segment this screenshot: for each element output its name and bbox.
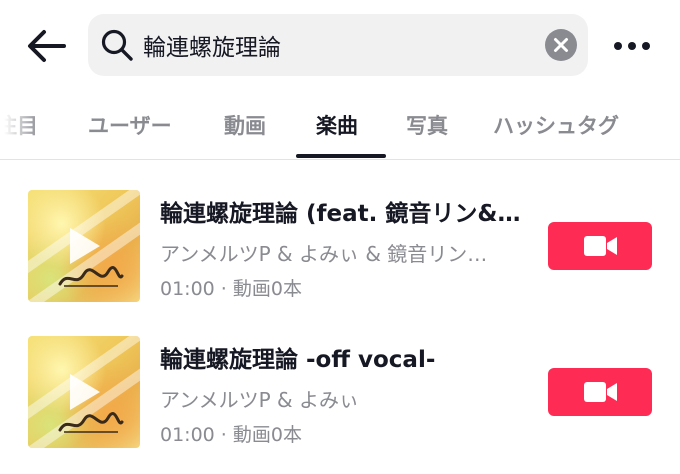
sound-artist: アンメルツP & よみぃ & 鏡音リン… — [160, 242, 488, 266]
clear-circle-icon — [545, 29, 577, 61]
play-icon[interactable] — [70, 374, 100, 410]
tab-hashtags[interactable]: ハッシュタグ — [493, 100, 619, 160]
use-sound-button[interactable] — [548, 222, 652, 270]
clear-search-button[interactable] — [545, 29, 577, 61]
active-tab-indicator — [296, 154, 386, 158]
sound-video-count: 動画0本 — [232, 278, 302, 300]
search-icon — [101, 29, 133, 61]
tab-bar: 注目 ユーザー 動画 楽曲 写真 ハッシュタグ — [0, 100, 680, 160]
meta-separator: · — [214, 278, 233, 300]
sound-result-row[interactable]: 輪連螺旋理論 (feat. 鏡音リン&… アンメルツP & よみぃ & 鏡音リン… — [0, 176, 680, 316]
sound-duration: 01:00 — [160, 278, 215, 300]
sound-duration: 01:00 — [160, 424, 215, 446]
search-input[interactable] — [143, 14, 523, 76]
cover-logo-icon — [58, 266, 124, 287]
sound-title: 輪連螺旋理論 -off vocal- — [160, 347, 436, 373]
tab-users[interactable]: ユーザー — [88, 100, 172, 160]
sound-title: 輪連螺旋理論 (feat. 鏡音リン&… — [160, 201, 521, 227]
more-horizontal-icon — [614, 42, 650, 50]
search-box[interactable] — [88, 14, 588, 76]
sound-cover[interactable] — [28, 336, 140, 448]
play-icon[interactable] — [70, 228, 100, 264]
back-button[interactable] — [24, 26, 70, 66]
sound-cover[interactable] — [28, 190, 140, 302]
sound-video-count: 動画0本 — [232, 424, 302, 446]
sound-result-row[interactable]: 輪連螺旋理論 -off vocal- アンメルツP & よみぃ 01:00 · … — [0, 322, 680, 462]
arrow-left-icon — [28, 30, 66, 62]
tab-videos[interactable]: 動画 — [224, 100, 266, 160]
video-camera-icon — [584, 236, 617, 256]
meta-separator: · — [214, 424, 233, 446]
sound-artist: アンメルツP & よみぃ — [160, 388, 359, 412]
sound-meta: 01:00 · 動画0本 — [160, 274, 302, 301]
more-options-button[interactable] — [610, 28, 654, 64]
tab-photos[interactable]: 写真 — [406, 100, 448, 160]
sound-meta: 01:00 · 動画0本 — [160, 420, 302, 447]
use-sound-button[interactable] — [548, 368, 652, 416]
video-camera-icon — [584, 382, 617, 402]
cover-logo-icon — [58, 412, 124, 433]
tab-trending[interactable]: 注目 — [0, 100, 38, 160]
top-bar — [0, 0, 680, 92]
tab-sounds[interactable]: 楽曲 — [316, 100, 358, 160]
